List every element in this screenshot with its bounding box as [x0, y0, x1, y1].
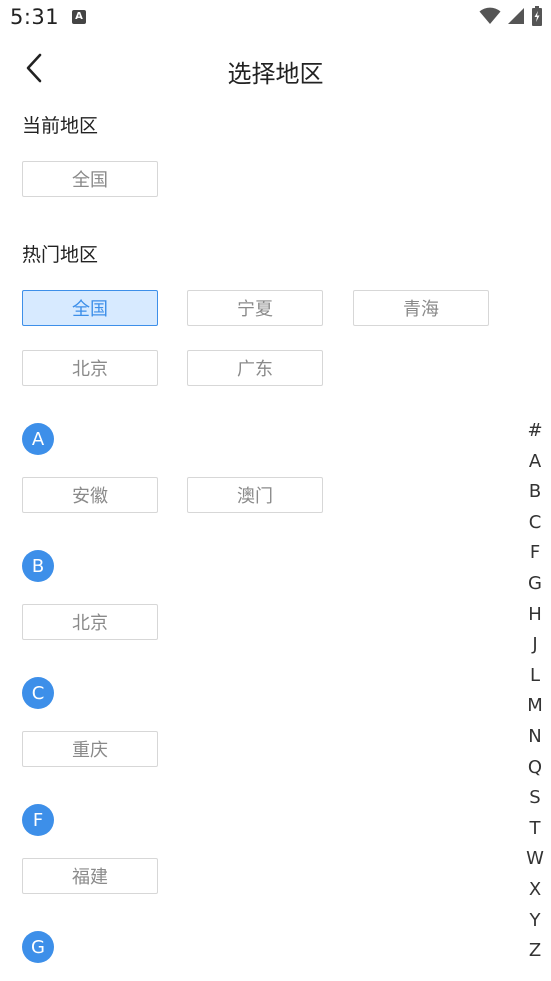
index-letter[interactable]: N: [528, 722, 541, 753]
status-time: 5:31: [10, 5, 60, 29]
nav-bar: 选择地区: [0, 40, 551, 100]
index-letter[interactable]: X: [529, 875, 541, 906]
hot-region-chip[interactable]: 北京: [22, 350, 158, 386]
group-letter-badge: G: [22, 931, 54, 963]
group-letter-badge: C: [22, 677, 54, 709]
index-letter[interactable]: F: [530, 538, 540, 569]
index-letter[interactable]: B: [529, 477, 541, 508]
signal-icon: [507, 7, 525, 29]
battery-icon: [531, 6, 543, 30]
page-title: 选择地区: [227, 60, 324, 88]
hot-regions-label: 热门地区: [22, 244, 99, 266]
current-region-chip[interactable]: 全国: [22, 161, 158, 197]
index-letter[interactable]: S: [529, 783, 540, 814]
status-icons: [479, 6, 543, 30]
region-chip[interactable]: 安徽: [22, 477, 158, 513]
region-chip[interactable]: 重庆: [22, 731, 158, 767]
index-letter[interactable]: H: [528, 600, 542, 631]
hot-region-chip-selected[interactable]: 全国: [22, 290, 158, 326]
index-letter[interactable]: C: [529, 508, 542, 539]
hot-region-chip[interactable]: 宁夏: [187, 290, 323, 326]
wifi-icon: [479, 7, 501, 29]
region-chip[interactable]: 澳门: [187, 477, 323, 513]
current-region-label: 当前地区: [22, 115, 99, 137]
index-letter[interactable]: Y: [530, 906, 541, 937]
index-letter[interactable]: Q: [528, 753, 542, 784]
group-letter-badge: A: [22, 423, 54, 455]
index-letter[interactable]: A: [529, 447, 541, 478]
index-letter[interactable]: #: [527, 416, 542, 447]
region-chip[interactable]: 福建: [22, 858, 158, 894]
index-letter[interactable]: M: [527, 691, 543, 722]
group-letter-badge: B: [22, 550, 54, 582]
hot-region-chip[interactable]: 广东: [187, 350, 323, 386]
status-bar: 5:31 A: [0, 0, 551, 38]
region-chip[interactable]: 北京: [22, 604, 158, 640]
alphabet-index-bar: # A B C F G H J L M N Q S T W X Y Z: [525, 416, 545, 967]
hot-region-chip[interactable]: 青海: [353, 290, 489, 326]
index-letter[interactable]: L: [530, 661, 540, 692]
index-letter[interactable]: G: [528, 569, 542, 600]
notification-icon: A: [72, 10, 86, 24]
index-letter[interactable]: T: [530, 814, 541, 845]
index-letter[interactable]: J: [532, 630, 537, 661]
index-letter[interactable]: Z: [529, 936, 541, 967]
index-letter[interactable]: W: [526, 844, 544, 875]
group-letter-badge: F: [22, 804, 54, 836]
